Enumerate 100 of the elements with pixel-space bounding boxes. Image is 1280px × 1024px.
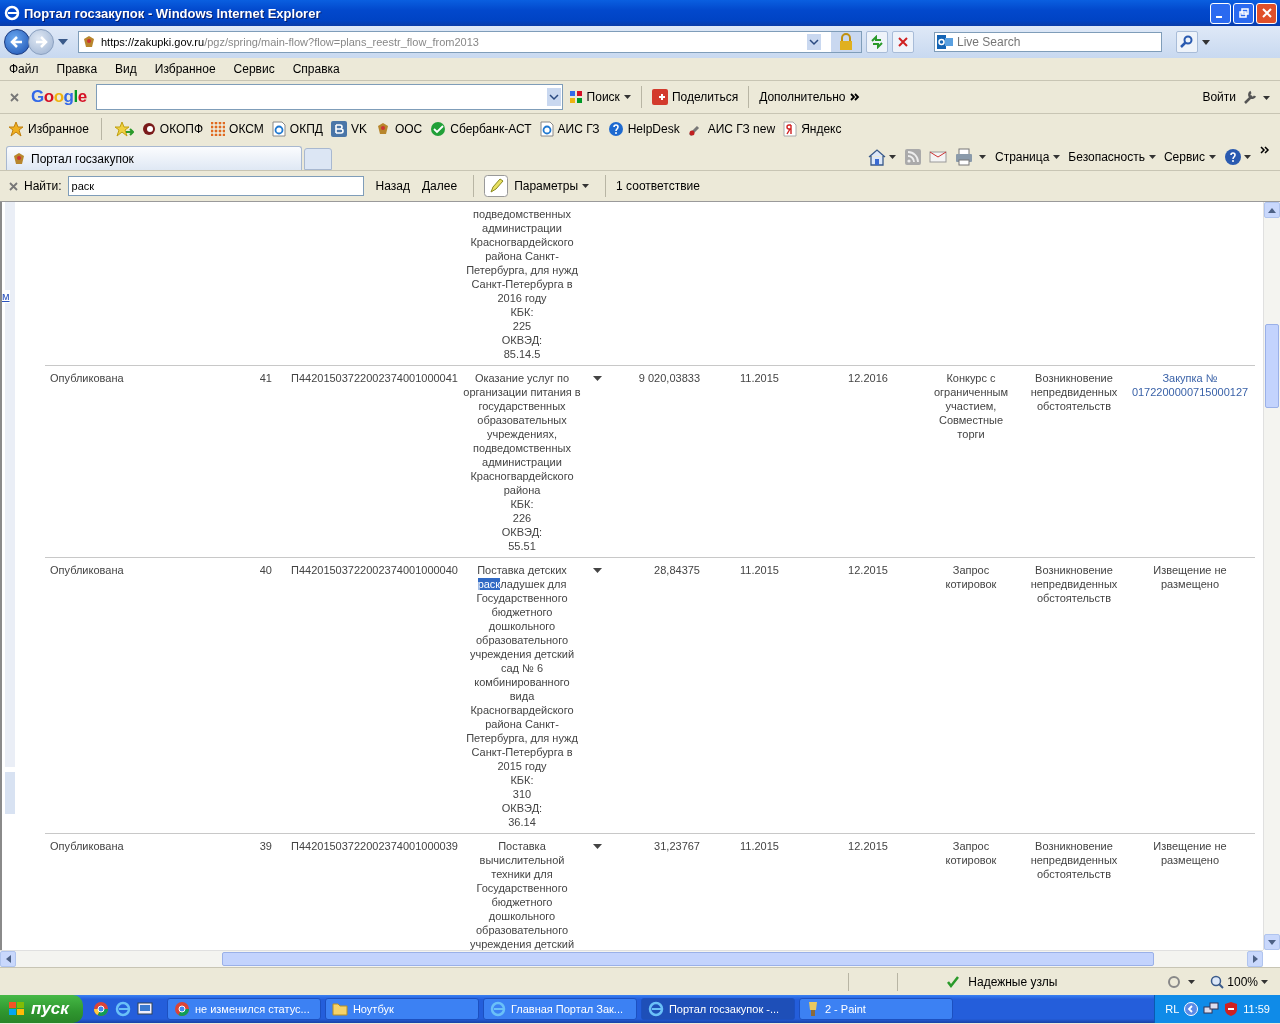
start-button[interactable]: пуск: [0, 995, 83, 1023]
dropdown-icon[interactable]: [546, 88, 561, 106]
scroll-up-button[interactable]: [1264, 202, 1280, 218]
favorite-link[interactable]: ОКОПФ: [141, 122, 204, 136]
shield-icon[interactable]: [1224, 1001, 1239, 1017]
print-icon[interactable]: [954, 148, 987, 166]
description-line: 55.51: [508, 539, 536, 553]
network-icon[interactable]: [1203, 1001, 1220, 1017]
taskbar-button[interactable]: Ноутбук: [324, 998, 479, 1020]
favorites-button[interactable]: Избранное: [8, 121, 89, 137]
collapse-icon[interactable]: [1184, 1002, 1199, 1016]
command-menu[interactable]: Сервис: [1163, 150, 1216, 164]
find-field[interactable]: раск: [67, 176, 364, 196]
options-button[interactable]: Параметры: [514, 179, 590, 193]
favorite-link[interactable]: Яндекс: [783, 121, 842, 137]
more-button[interactable]: Дополнительно: [759, 85, 860, 109]
protected-mode-icon[interactable]: [1166, 974, 1197, 989]
menu-item[interactable]: Избранное: [154, 62, 216, 76]
side-link[interactable]: м: [2, 290, 10, 303]
scroll-thumb[interactable]: [1265, 324, 1279, 408]
menu-item[interactable]: Сервис: [233, 62, 275, 76]
mail-icon[interactable]: [928, 150, 947, 164]
menu-item[interactable]: Правка: [56, 62, 98, 76]
minimize-button[interactable]: [1210, 2, 1231, 24]
chevron-icon[interactable]: [1260, 146, 1270, 154]
caret-icon: [1053, 155, 1061, 159]
menu-item[interactable]: Файл: [9, 62, 39, 76]
pencil-icon[interactable]: [484, 175, 509, 197]
taskbar-button[interactable]: Портал госзакупок -...: [640, 998, 795, 1020]
stop-button[interactable]: [892, 31, 914, 53]
command-menu[interactable]: Страница: [994, 150, 1061, 164]
expand-icon[interactable]: [592, 844, 602, 849]
taskbar-button[interactable]: не изменился статус...: [166, 998, 321, 1020]
scroll-thumb[interactable]: [222, 952, 1154, 966]
add-favorite-icon[interactable]: [113, 121, 134, 137]
caret-icon: [1261, 979, 1268, 984]
search-options-icon[interactable]: [1202, 39, 1210, 45]
chrome-icon[interactable]: [92, 1001, 109, 1017]
notice-link[interactable]: Закупка № 0172200000715000127: [1125, 371, 1255, 399]
security-zone: Надежные узлы: [968, 974, 1059, 989]
description-line: 310: [512, 787, 532, 801]
scroll-right-button[interactable]: [1247, 951, 1263, 967]
refresh-button[interactable]: [866, 31, 888, 53]
scroll-left-button[interactable]: [0, 951, 16, 967]
description-line: КБК:: [510, 497, 534, 511]
close-button[interactable]: [1256, 2, 1277, 24]
crest-icon: [11, 150, 27, 167]
back-button[interactable]: [4, 29, 30, 55]
favorite-link[interactable]: ООС: [374, 121, 423, 137]
desktop-icon[interactable]: [136, 1001, 153, 1017]
browser-tab[interactable]: Портал госзакупок: [6, 146, 302, 170]
description-line: 85.14.5: [503, 347, 541, 361]
address-bar[interactable]: https://zakupki.gov.ru/pgz/spring/main-flow?flow=plans_reestr_flow_from2013: [78, 31, 862, 53]
help-icon: [607, 121, 624, 137]
description-line: ОКВЭД:: [501, 333, 543, 347]
browser-icon[interactable]: [114, 1001, 131, 1017]
window-title: Портал госзакупок - Windows Internet Explorer: [24, 5, 321, 21]
search-button[interactable]: Поиск: [568, 85, 631, 109]
favorite-link[interactable]: АИС ГЗ: [539, 121, 600, 137]
share-button[interactable]: Поделиться: [651, 85, 739, 109]
scroll-down-button[interactable]: [1264, 934, 1280, 950]
expand-icon[interactable]: [592, 376, 602, 381]
expand-icon[interactable]: [592, 568, 602, 573]
dropdown-icon[interactable]: [807, 34, 821, 50]
help-icon[interactable]: [1224, 148, 1252, 166]
favorite-link[interactable]: ОКСМ: [211, 122, 264, 136]
home-icon[interactable]: [866, 148, 897, 166]
menu-item[interactable]: Вид: [115, 62, 137, 76]
favorite-link[interactable]: VK: [330, 121, 367, 137]
command-menu[interactable]: Безопасность: [1068, 150, 1156, 164]
previous-button[interactable]: Назад: [375, 179, 410, 193]
horizontal-scrollbar[interactable]: [0, 950, 1263, 967]
language-indicator[interactable]: RL: [1165, 1003, 1180, 1015]
favorite-link[interactable]: ОКПД: [271, 121, 323, 137]
history-dropdown-icon[interactable]: [58, 39, 68, 45]
method-cell-text: Запрос котировок: [944, 563, 998, 591]
search-field[interactable]: Live Search: [934, 32, 1162, 52]
vertical-scrollbar[interactable]: [1263, 202, 1280, 950]
sign-in-button[interactable]: Войти: [1202, 85, 1236, 109]
favorite-link[interactable]: HelpDesk: [607, 121, 680, 137]
description-line: администрации: [482, 455, 562, 469]
close-toolbar-icon[interactable]: [10, 92, 19, 102]
description-line: комбинированного: [474, 675, 570, 689]
vk-icon: [330, 121, 347, 137]
taskbar-button[interactable]: Главная Портал Зак...: [482, 998, 637, 1020]
zoom-button[interactable]: 100%: [1210, 974, 1268, 989]
favorite-link[interactable]: АИС ГЗ new: [687, 121, 776, 137]
restore-button[interactable]: [1233, 2, 1254, 24]
menu-item[interactable]: Справка: [292, 62, 340, 76]
search-icon: [1180, 35, 1194, 49]
taskbar-button[interactable]: 2 - Paint: [798, 998, 953, 1020]
page-icon: [271, 121, 286, 137]
search-button[interactable]: [1176, 31, 1198, 53]
favorite-link[interactable]: Сбербанк-АСТ: [430, 121, 532, 137]
next-button[interactable]: Далее: [421, 179, 458, 193]
back-arrow-icon: [10, 35, 24, 49]
close-find-icon[interactable]: [9, 181, 18, 191]
method-cell-text: Запрос котировок: [944, 839, 998, 867]
google-search-field[interactable]: [95, 84, 563, 110]
wrench-icon[interactable]: [1242, 89, 1270, 105]
